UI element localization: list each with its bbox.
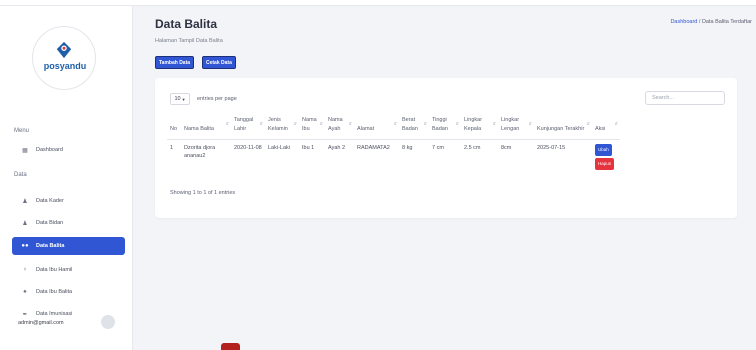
- column-header-aksi[interactable]: Aksi ⇵: [592, 113, 620, 140]
- balita-table: No Nama Balita ⇵ Tanggal Lahir ⇵ Jenis Kel…: [167, 113, 620, 174]
- sort-icon: ⇵: [455, 121, 459, 126]
- sidebar-item-data-kader[interactable]: ♟ Data Kader: [12, 192, 125, 210]
- page-subtitle: Halaman Tampil Data Balita: [155, 38, 223, 44]
- cell-nama-balita: Dzorita djora ananau2: [184, 145, 216, 159]
- sidebar-item-data-ibu-hamil[interactable]: ♀ Data Ibu Hamil: [12, 261, 125, 279]
- sidebar-item-label: Data Ibu Balita: [36, 289, 73, 295]
- add-data-button[interactable]: Tambah Data: [155, 56, 195, 69]
- sidebar-section-data: Data: [14, 172, 27, 178]
- breadcrumb-home[interactable]: Dashboard: [670, 19, 697, 25]
- column-header-alamat[interactable]: Alamat ⇵: [354, 113, 399, 140]
- sort-icon: ⇵: [393, 121, 397, 126]
- sort-icon: ⇵: [348, 121, 352, 126]
- sidebar-item-dashboard[interactable]: ▦ Dashboard: [12, 141, 125, 159]
- sidebar-item-label: Data Balita: [36, 243, 65, 249]
- sidebar-item-label: Data Imunisasi: [36, 311, 73, 317]
- column-header-no[interactable]: No: [167, 113, 181, 140]
- cell-no: 1: [170, 145, 174, 151]
- search-input[interactable]: Search...: [645, 91, 725, 105]
- user-icon: ♟: [22, 220, 28, 227]
- cell-tanggal-lahir: 2020-11-08: [234, 145, 262, 151]
- logo-icon: [56, 41, 72, 59]
- sidebar-item-data-ibu-balita[interactable]: ♠ Data Ibu Balita: [12, 283, 125, 301]
- table-info: Showing 1 to 1 of 1 entries: [170, 190, 236, 196]
- chevron-down-icon: ▼: [181, 96, 186, 102]
- sort-icon: ⇵: [492, 121, 496, 126]
- sidebar: posyandu Menu ▦ Dashboard Data ♟ Data Ka…: [0, 6, 133, 350]
- cell-alamat: RADAMATA2: [357, 145, 390, 151]
- sort-icon: ⇵: [225, 121, 229, 126]
- page-title: Data Balita: [155, 17, 218, 31]
- users-icon: ●●: [21, 243, 29, 249]
- dashboard-icon: ▦: [22, 147, 28, 154]
- column-header-tanggal-lahir[interactable]: Tanggal Lahir ⇵: [231, 113, 265, 140]
- mother-child-icon: ♠: [23, 289, 27, 295]
- edit-button[interactable]: Ubah: [595, 144, 612, 156]
- column-header-lingkar-lengan[interactable]: Lingkar Lengan ⇵: [498, 113, 534, 140]
- sort-icon: ⇵: [293, 121, 297, 126]
- cell-lingkar-lengan: 8cm: [501, 145, 512, 151]
- cell-nama-ayah: Ayah 2: [328, 145, 346, 151]
- sidebar-item-label: Data Kader: [36, 198, 64, 204]
- sidebar-item-data-balita[interactable]: ●● Data Balita: [12, 237, 125, 255]
- logo-text: posyandu: [43, 61, 87, 71]
- user-icon: ♟: [22, 198, 28, 205]
- sidebar-item-label: Data Ibu Hamil: [36, 267, 73, 273]
- delete-button[interactable]: Hapus: [595, 158, 615, 170]
- cell-nama-ibu: Ibu 1: [302, 145, 315, 151]
- sidebar-item-label: Dashboard: [36, 147, 63, 153]
- sidebar-item-data-bidan[interactable]: ♟ Data Bidan: [12, 214, 125, 232]
- notification-badge[interactable]: [221, 343, 240, 350]
- cell-jenis-kelamin: Laki-Laki: [268, 145, 291, 151]
- column-header-nama-ayah[interactable]: Nama Ayah ⇵: [325, 113, 354, 140]
- cell-tinggi-badan: 7 cm: [432, 145, 444, 151]
- syringe-icon: ✒: [22, 311, 28, 318]
- column-header-lingkar-kepala[interactable]: Lingkar Kepala ⇵: [461, 113, 498, 140]
- breadcrumb-separator: /: [698, 19, 701, 25]
- sort-icon: ⇵: [528, 121, 532, 126]
- print-data-button[interactable]: Cetak Data: [202, 56, 236, 69]
- sidebar-section-menu: Menu: [14, 128, 30, 134]
- breadcrumb: Dashboard / Data Balita Terdaftar: [670, 19, 752, 25]
- sidebar-item-label: Data Bidan: [36, 220, 64, 226]
- entries-per-page-label: entries per page: [197, 96, 237, 102]
- sort-icon: ⇵: [423, 121, 427, 126]
- column-header-tinggi-badan[interactable]: Tinggi Badan ⇵: [429, 113, 461, 140]
- cell-lingkar-kepala: 2.5 cm: [464, 145, 481, 151]
- cell-berat-badan: 8 kg: [402, 145, 413, 151]
- column-header-nama-balita[interactable]: Nama Balita ⇵: [181, 113, 231, 140]
- posyandu-logo[interactable]: posyandu: [32, 26, 96, 90]
- table-row: 1 Dzorita djora ananau2 2020-11-08 Laki-…: [167, 140, 620, 175]
- cell-aksi: Ubah Hapus: [592, 140, 620, 175]
- table-header-row: No Nama Balita ⇵ Tanggal Lahir ⇵ Jenis Kel…: [167, 113, 620, 140]
- user-email: admin@gmail.com: [18, 320, 64, 326]
- entries-per-page-select[interactable]: 10 ▼: [170, 93, 190, 105]
- sort-icon: ⇵: [586, 121, 590, 126]
- data-table-card: 10 ▼ entries per page Search... No Nama …: [155, 78, 737, 218]
- column-header-berat-badan[interactable]: Berat Badan ⇵: [399, 113, 429, 140]
- breadcrumb-current: Data Balita Terdaftar: [701, 19, 752, 25]
- cell-kunjungan-terakhir: 2025-07-15: [537, 145, 566, 151]
- column-header-nama-ibu[interactable]: Nama Ibu ⇵: [299, 113, 325, 140]
- pregnant-icon: ♀: [22, 267, 28, 273]
- column-header-kunjungan-terakhir[interactable]: Kunjungan Terakhir ⇵: [534, 113, 592, 140]
- avatar[interactable]: [101, 315, 115, 329]
- sort-icon: ⇵: [319, 121, 323, 126]
- sort-icon: ⇵: [259, 121, 263, 126]
- column-header-jenis-kelamin[interactable]: Jenis Kelamin ⇵: [265, 113, 299, 140]
- sort-icon: ⇵: [614, 121, 618, 126]
